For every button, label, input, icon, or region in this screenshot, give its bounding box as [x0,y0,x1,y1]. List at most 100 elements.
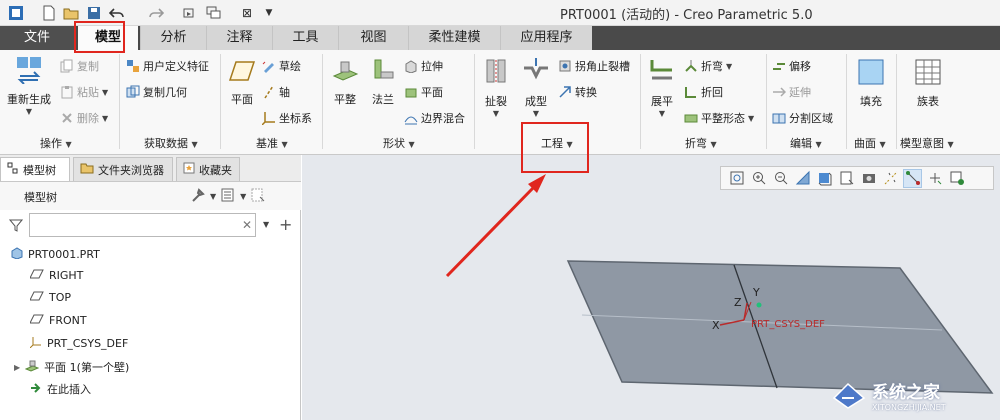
window-title: PRT0001 (活动的) - Creo Parametric 5.0 [560,8,813,23]
perspective-view-icon[interactable] [881,169,900,188]
tab-applications[interactable]: 应用程序 [500,26,592,50]
split-area-button[interactable]: 分割区域 [772,110,833,126]
form-button[interactable]: 成型 ▼ [518,56,554,118]
tree-item-right-plane[interactable]: RIGHT [29,269,84,282]
tree-settings-icon[interactable] [190,187,206,206]
save-icon[interactable] [85,4,103,22]
tab-view[interactable]: 视图 [338,26,408,50]
show-columns-icon[interactable] [220,187,236,206]
convert-button[interactable]: 转换 [558,84,597,100]
unbend-icon [650,60,672,80]
display-style-icon[interactable] [815,169,834,188]
tab-annotate[interactable]: 注释 [206,26,272,50]
insert-arrow-icon [30,382,42,397]
unbend-button[interactable]: 展平 ▼ [644,56,680,118]
axis-button[interactable]: 轴 [262,84,290,100]
shape-plane-button[interactable]: 平面 [404,84,443,100]
rip-button[interactable]: 扯裂 ▼ [479,56,513,118]
undo-icon[interactable] [108,4,126,22]
datum-plane-icon [29,291,44,304]
group-label-datum[interactable]: 基准 ▼ [256,135,288,151]
regenerate-quick-icon[interactable] [180,4,198,22]
tree-settings-dropdown-icon[interactable]: ▼ [210,192,216,201]
bend-button[interactable]: 折弯 ▼ [684,58,732,74]
tab-file[interactable]: 文件 [0,26,74,50]
new-file-icon[interactable] [40,4,58,22]
family-table-button[interactable]: 族表 [906,58,950,109]
flat-wall-button[interactable]: 平整 [327,56,363,107]
copy-geometry-button[interactable]: 复制几何 [126,84,187,100]
sketch-button[interactable]: 草绘 [262,58,301,74]
flat-pattern-button[interactable]: 平整形态 ▼ [684,110,754,126]
redo-icon[interactable] [147,4,165,22]
unbend-label: 展平 [651,95,673,108]
boundary-blend-label: 边界混合 [421,112,465,125]
group-label-operations[interactable]: 操作 ▼ [40,135,72,151]
watermark-text: 系统之家 [872,383,940,403]
tree-item-flat-wall[interactable]: ▶ 平面 1(第一个壁) [14,359,129,375]
show-columns-dropdown-icon[interactable]: ▼ [240,192,246,201]
csys-x-label: X [712,319,720,332]
corner-relief-button[interactable]: 拐角止裂槽 [558,58,630,74]
boundary-blend-button[interactable]: 边界混合 [404,110,465,126]
tree-item-label: PRT_CSYS_DEF [47,337,129,350]
tree-item-label: RIGHT [49,269,84,282]
bend-back-button[interactable]: 折回 [684,84,723,100]
regenerate-button[interactable]: 重新生成 ▼ [4,54,54,116]
copy-button[interactable]: 复制 [60,58,99,74]
tree-search-input[interactable] [29,213,256,237]
copy-geometry-label: 复制几何 [143,86,187,99]
group-label-model-intent[interactable]: 模型意图 ▼ [900,135,954,151]
boundary-blend-icon [404,111,418,125]
filter-dropdown-icon[interactable]: ▼ [263,220,269,229]
refit-icon[interactable] [727,169,746,188]
datum-display-filters-icon[interactable] [903,168,922,188]
expand-arrow-icon[interactable]: ▶ [14,363,20,372]
tree-item-root-part[interactable]: PRT0001.PRT [11,247,100,262]
fill-button[interactable]: 填充 [852,58,890,109]
tree-item-front-plane[interactable]: FRONT [29,314,87,327]
offset-button[interactable]: 偏移 [772,58,811,74]
delete-button[interactable]: 删除 ▼ [60,110,108,126]
zoom-out-icon[interactable] [771,169,790,188]
tab-flexible-modeling[interactable]: 柔性建模 [408,26,500,50]
group-label-get-data[interactable]: 获取数据 ▼ [144,135,198,151]
windows-icon[interactable] [205,4,223,22]
tab-model-tree[interactable]: 模型树 [0,157,70,181]
filter-funnel-icon[interactable] [8,218,24,235]
view-manager-icon[interactable] [859,169,878,188]
tree-filter-settings-icon[interactable] [250,187,266,206]
tab-tools[interactable]: 工具 [272,26,338,50]
tree-item-csys[interactable]: PRT_CSYS_DEF [29,336,129,351]
clear-filter-icon[interactable]: ✕ [242,218,252,232]
zoom-in-icon[interactable] [749,169,768,188]
regenerate-dropdown-icon[interactable]: ▼ [4,107,54,116]
paste-button[interactable]: 粘贴 ▼ [60,84,108,100]
saved-orientations-icon[interactable] [837,169,856,188]
tree-item-insert-here[interactable]: 在此插入 [30,381,91,397]
flat-wall-feature-icon [24,360,40,375]
tab-analysis[interactable]: 分析 [140,26,206,50]
csys-button[interactable]: 坐标系 [261,110,312,126]
group-label-shapes[interactable]: 形状 ▼ [383,135,415,151]
tree-item-top-plane[interactable]: TOP [29,291,71,304]
group-label-editing[interactable]: 编辑 ▼ [790,135,822,151]
annotation-display-icon[interactable] [947,169,966,188]
extrude-button[interactable]: 拉伸 [404,58,443,74]
add-filter-icon[interactable]: + [279,215,292,234]
group-label-bends[interactable]: 折弯 ▼ [685,135,717,151]
customize-qa-icon[interactable]: ▼ [262,4,276,22]
user-defined-feature-button[interactable]: 用户定义特征 [126,58,209,74]
extend-button[interactable]: 延伸 [772,84,811,100]
close-window-icon[interactable]: ⊠ [238,4,256,22]
tab-favorites[interactable]: 收藏夹 [176,157,240,181]
tab-folder-browser[interactable]: 文件夹浏览器 [73,157,173,181]
spin-center-icon[interactable] [925,169,944,188]
flange-wall-button[interactable]: 法兰 [365,56,401,107]
group-label-surfaces[interactable]: 曲面 ▼ [854,135,886,151]
flat-wall-label: 平整 [334,93,356,106]
open-folder-icon[interactable] [62,4,80,22]
tab-folder-browser-label: 文件夹浏览器 [98,163,164,177]
repaint-icon[interactable] [793,169,812,188]
datum-plane-button[interactable]: 平面 [224,58,260,107]
